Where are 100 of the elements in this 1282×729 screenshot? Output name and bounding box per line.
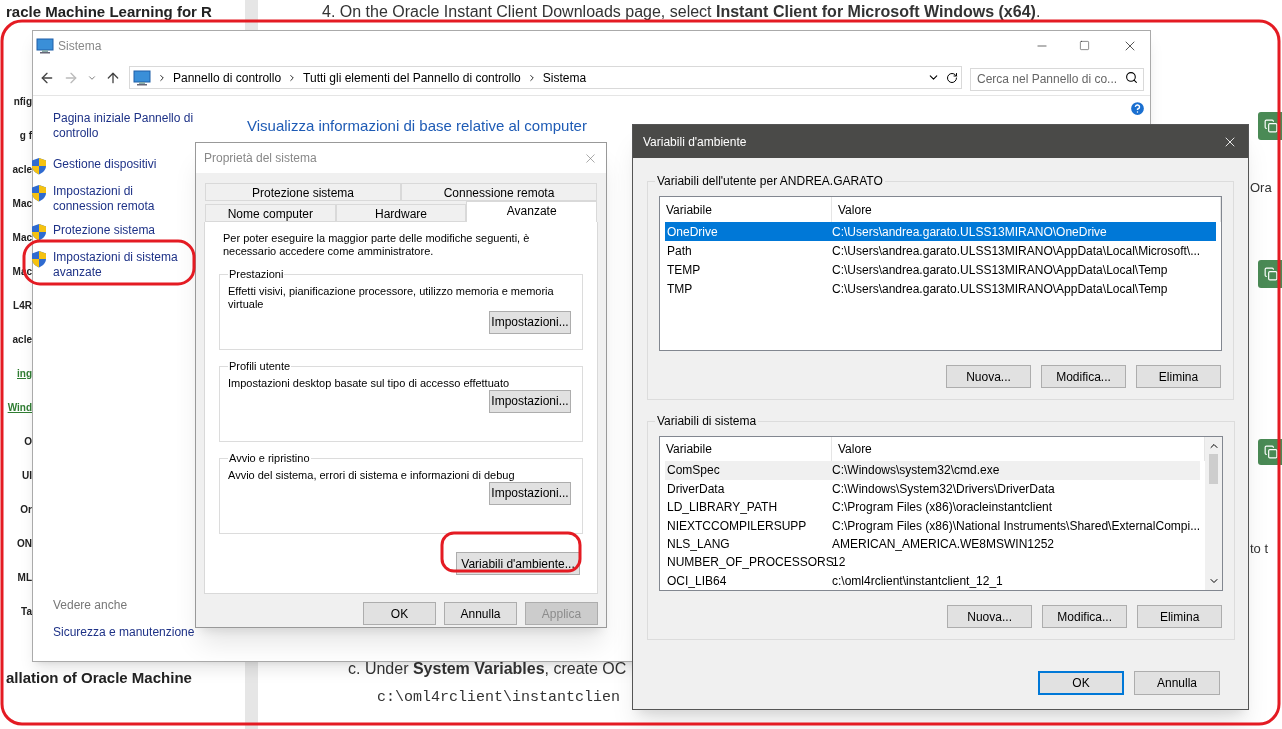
nav-item[interactable]: Mac xyxy=(12,196,32,211)
tab[interactable]: Hardware xyxy=(335,204,467,222)
dialog-button[interactable]: OK xyxy=(1038,671,1124,695)
tab[interactable]: Avanzate xyxy=(466,201,597,222)
variable-value: C:\Windows\system32\cmd.exe xyxy=(832,462,1001,480)
nav-item[interactable]: acle xyxy=(12,162,32,177)
see-also-title: Vedere anche xyxy=(53,597,129,614)
task-link[interactable]: Impostazioni di connession remota xyxy=(53,184,193,214)
variable-name: OneDrive xyxy=(666,223,719,241)
variable-value: c:\oml4rclient\instantclient_12_1 xyxy=(832,572,1004,590)
variable-row[interactable]: NIEXTCCOMPILERSUPP C:\Program Files (x86)\National Instruments\Shared\ExternalCompi... xyxy=(665,516,1201,535)
nav-item[interactable]: O xyxy=(24,434,32,449)
dialog-button[interactable]: Annulla xyxy=(1134,671,1220,695)
nav-item[interactable]: acle xyxy=(12,332,32,347)
variable-action-button[interactable]: Modifica... xyxy=(1042,605,1128,628)
shield-icon xyxy=(31,250,47,268)
nav-title[interactable]: racle Machine Learning for R xyxy=(6,1,245,24)
group-title: Variabili di sistema xyxy=(656,413,758,430)
variable-row[interactable]: NUMBER_OF_PROCESSORS12 xyxy=(665,553,1201,572)
variable-action-button[interactable]: Nuova... xyxy=(947,605,1033,628)
tab[interactable]: Connessione remota xyxy=(401,183,597,201)
nav-item[interactable]: Or xyxy=(20,502,32,517)
see-also-link[interactable]: Sicurezza e manutenzione xyxy=(53,623,247,641)
nav-item[interactable]: L4R xyxy=(13,298,32,313)
group-title: Avvio e ripristino xyxy=(228,451,311,466)
nav-item[interactable]: Ta xyxy=(21,604,32,619)
window-title: Sistema xyxy=(58,37,102,55)
shield-icon xyxy=(31,223,47,241)
variable-value: C:\Users\andrea.garato.ULSS13MIRANO\OneDrive xyxy=(832,223,1108,241)
variable-value: AMERICAN_AMERICA.WE8MSWIN1252 xyxy=(832,536,1056,554)
tab[interactable]: Nome computer xyxy=(205,204,336,222)
page-heading: Visualizza informazioni di base relative al computer xyxy=(247,116,588,136)
group-title: Profili utente xyxy=(228,359,292,374)
variable-row[interactable]: TMP C:\Users\andrea.garato.ULSS13MIRANO\AppData\Local\Temp xyxy=(665,279,1216,298)
variable-value: C:\Program Files (x86)\National Instruments\Shared\ExternalCompi... xyxy=(832,517,1201,535)
variable-name: OCI_LIB64 xyxy=(666,572,728,590)
nav-item[interactable]: ON xyxy=(17,536,32,551)
copy-icon xyxy=(1264,444,1278,459)
variable-row[interactable]: DriverData C:\Windows\System32\Drivers\DriverData xyxy=(665,479,1201,498)
search-icon xyxy=(1125,71,1138,84)
variable-name: NLS_LANG xyxy=(666,536,731,554)
nav-item[interactable]: allation of Oracle Machine xyxy=(6,666,245,689)
scrollbar[interactable] xyxy=(1205,437,1223,590)
variable-row[interactable]: ComSpec C:\Windows\system32\cmd.exe xyxy=(665,461,1201,480)
breadcrumb[interactable]: Sistema xyxy=(542,68,587,87)
dialog-button[interactable]: OK xyxy=(363,602,436,625)
variable-name: Path xyxy=(666,242,693,260)
breadcrumb[interactable]: Pannello di controllo xyxy=(173,68,282,87)
computer-icon xyxy=(133,69,151,86)
nav-item[interactable]: nfig xyxy=(13,94,32,109)
nav-item[interactable]: Wind xyxy=(7,400,32,415)
nav-item[interactable]: UI xyxy=(22,468,32,483)
computer-icon xyxy=(36,37,54,54)
step-text: 4. On the Oracle Instant Client Downloads page, select Instant Client for Microsoft Windows (x64). xyxy=(322,2,1042,22)
variable-row[interactable]: TEMP C:\Users\andrea.garato.ULSS13MIRANO\AppData\Local\Temp xyxy=(665,260,1216,279)
settings-button[interactable]: Impostazioni... xyxy=(489,310,571,334)
variable-action-button[interactable]: Elimina xyxy=(1136,365,1221,388)
variable-name: DriverData xyxy=(666,480,726,498)
refresh-icon[interactable] xyxy=(946,71,958,84)
shield-icon xyxy=(31,184,47,202)
breadcrumb[interactable]: Tutti gli elementi del Pannello di controllo xyxy=(303,68,521,87)
step-text: c. Under System Variables, create OC xyxy=(348,658,627,679)
variable-row[interactable]: OCI_LIB64 c:\oml4rclient\instantclient_12_1 xyxy=(665,571,1201,591)
variable-row[interactable]: Path C:\Users\andrea.garato.ULSS13MIRANO\AppData\Local\Microsoft\... xyxy=(665,241,1216,260)
variable-value: 12 xyxy=(832,554,847,572)
task-link[interactable]: Impostazioni di sistema avanzate xyxy=(53,250,193,280)
variable-row[interactable]: OneDrive C:\Users\andrea.garato.ULSS13MIRANO\OneDrive xyxy=(665,222,1216,241)
task-link[interactable]: Protezione sistema xyxy=(53,223,193,238)
nav-item[interactable]: Mac xyxy=(12,230,32,245)
text-fragment: to t xyxy=(1250,539,1270,558)
variable-row[interactable]: LD_LIBRARY_PATH C:\Program Files (x86)\oracleinstantclient xyxy=(665,498,1201,517)
chevron-icon xyxy=(157,72,167,83)
group-description: Effetti visivi, pianificazione processore, utilizzo memoria e memoria virtuale xyxy=(228,284,555,311)
search-field[interactable]: Cerca nel Pannello di co... xyxy=(970,67,1144,91)
nav-item[interactable]: ing xyxy=(17,366,32,381)
maximize-icon[interactable] xyxy=(1079,40,1090,51)
help-icon[interactable] xyxy=(1129,100,1146,117)
settings-button[interactable]: Impostazioni... xyxy=(489,389,571,413)
nav-item[interactable]: g f xyxy=(19,128,32,143)
variable-name: NUMBER_OF_PROCESSORS xyxy=(666,554,832,572)
dialog-button[interactable]: Annulla xyxy=(444,602,517,625)
variable-value: C:\Users\andrea.garato.ULSS13MIRANO\AppData\Local\Temp xyxy=(832,261,1169,279)
group-title: Variabili dell'utente per ANDREA.GARATO xyxy=(656,173,884,190)
tab[interactable]: Protezione sistema xyxy=(205,183,401,201)
scroll-thumb[interactable] xyxy=(1209,454,1219,484)
home-link[interactable]: Pagina iniziale Pannello di controllo xyxy=(53,111,213,141)
settings-button[interactable]: Impostazioni... xyxy=(489,481,571,505)
dialog-title: Proprietà del sistema xyxy=(204,150,318,167)
dialog-title: Variabili d'ambiente xyxy=(643,133,748,151)
address-bar[interactable]: Pannello di controllo Tutti gli elementi del Pannello di controllo Sistema xyxy=(129,66,962,89)
task-link[interactable]: Gestione dispositivi xyxy=(53,157,193,172)
nav-item[interactable]: ML xyxy=(17,570,32,585)
variable-row[interactable]: NLS_LANG AMERICAN_AMERICA.WE8MSWIN1252 xyxy=(665,534,1201,554)
variable-action-button[interactable]: Nuova... xyxy=(946,365,1031,388)
variable-action-button[interactable]: Elimina xyxy=(1137,605,1223,628)
variable-name: TMP xyxy=(666,280,694,298)
variable-action-button[interactable]: Modifica... xyxy=(1041,365,1126,388)
variable-value: C:\Program Files (x86)\oracleinstantclient xyxy=(832,499,1054,517)
variable-name: TEMP xyxy=(666,261,702,279)
shield-icon xyxy=(31,157,47,175)
